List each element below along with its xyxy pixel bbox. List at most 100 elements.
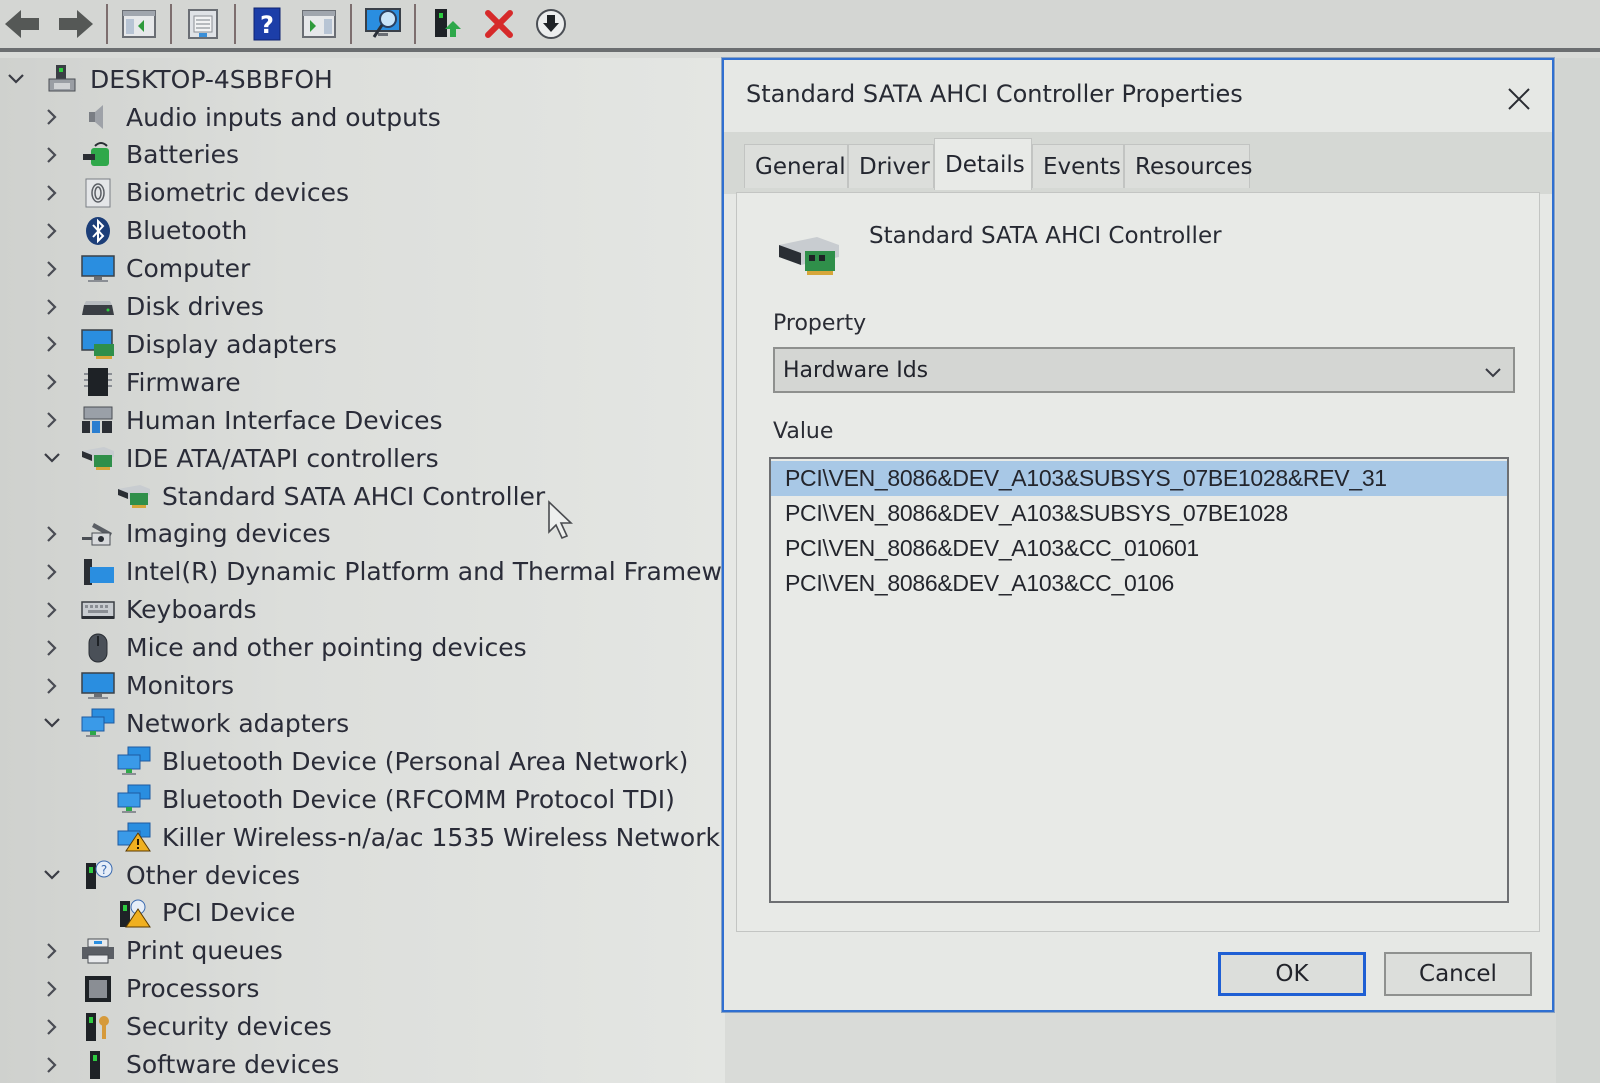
tab-general[interactable]: General [744,144,848,188]
network-icon [116,783,152,815]
console-tree-button[interactable] [116,2,162,46]
toolbar-separator [350,4,352,44]
chevron-right-icon[interactable] [40,332,64,356]
chevron-right-icon[interactable] [40,408,64,432]
tree-category[interactable]: Security devices [40,1008,332,1046]
toolbar: ? [0,0,1600,52]
tree-category[interactable]: Monitors [40,667,234,705]
back-button[interactable] [0,2,46,46]
close-button[interactable] [1504,84,1534,114]
tree-item-label: Monitors [126,671,235,700]
tree-category[interactable]: ? Other devices [40,856,300,894]
keyboard-icon [80,594,116,626]
tree-category[interactable]: Print queues [40,932,283,970]
tree-category[interactable]: Mice and other pointing devices [40,629,527,667]
help-icon: ? [253,7,281,41]
chevron-right-icon[interactable] [40,560,64,584]
tree-item-label: Processors [126,974,260,1004]
tree-category[interactable]: Display adapters [40,325,337,363]
details-panel: Standard SATA AHCI Controller Property H… [736,192,1540,932]
tree-category[interactable]: Human Interface Devices [40,401,443,439]
tree-item-label: Security devices [126,1012,332,1042]
tree-category[interactable]: Computer [40,250,250,288]
tab-driver[interactable]: Driver [848,144,934,188]
value-list-item[interactable]: PCI\VEN_8086&DEV_A103&CC_0106 [771,566,1507,601]
enable-device-button[interactable] [528,2,574,46]
cancel-button[interactable]: Cancel [1384,952,1532,996]
unknown-device-icon: ? [80,859,116,891]
tree-category[interactable]: Network adapters [40,704,349,742]
chevron-right-icon[interactable] [40,598,64,622]
tree-item-label: Biometric devices [126,178,349,208]
tab-events[interactable]: Events [1032,144,1124,188]
chevron-down-icon[interactable] [4,67,28,91]
tree-item-label: Print queues [126,936,283,966]
chevron-right-icon[interactable] [40,295,64,319]
tree-category[interactable]: Audio inputs and outputs [40,98,441,136]
chevron-right-icon[interactable] [40,674,64,698]
chevron-right-icon[interactable] [40,977,64,1001]
chevron-right-icon[interactable] [40,257,64,281]
chevron-right-icon[interactable] [40,370,64,394]
camera-icon [80,518,116,550]
scan-hardware-button[interactable] [360,2,406,46]
tree-category[interactable]: Disk drives [40,288,264,326]
tree-root-label: DESKTOP-4SBBFOH [90,64,333,94]
arrow-right-icon [59,10,93,38]
chevron-down-icon[interactable] [40,446,64,470]
tree-device[interactable]: PCI Device [116,894,295,932]
chevron-right-icon[interactable] [40,522,64,546]
tree-category[interactable]: Batteries [40,136,239,174]
property-select[interactable]: Hardware Ids [773,347,1515,393]
tree-category[interactable]: Software devices [40,1046,339,1083]
computer-tower-icon [44,63,80,95]
action-pane-button[interactable] [296,2,342,46]
chevron-right-icon[interactable] [40,1015,64,1039]
value-list-item[interactable]: PCI\VEN_8086&DEV_A103&CC_010601 [771,531,1507,566]
properties-button[interactable] [180,2,226,46]
chevron-right-icon[interactable] [40,181,64,205]
controller-card-icon [80,442,116,474]
chevron-down-icon[interactable] [40,711,64,735]
forward-button[interactable] [52,2,98,46]
chevron-right-icon[interactable] [40,143,64,167]
tree-category[interactable]: Processors [40,970,259,1008]
software-device-icon [80,1049,116,1081]
tree-item-label: Killer Wireless-n/a/ac 1535 Wireless Net… [162,822,725,852]
tree-category[interactable]: Intel(R) Dynamic Platform and Thermal Fr… [40,553,725,591]
network-icon [116,745,152,777]
toolbar-separator [170,4,172,44]
tree-category[interactable]: Bluetooth [40,212,247,250]
value-list-item[interactable]: PCI\VEN_8086&DEV_A103&SUBSYS_07BE1028&RE… [771,461,1507,496]
chevron-right-icon[interactable] [40,1053,64,1077]
svg-text:?: ? [101,863,107,877]
monitor-icon [80,253,116,285]
tree-category[interactable]: Imaging devices [40,515,331,553]
value-label: Value [773,419,834,444]
help-button[interactable]: ? [244,2,290,46]
tree-category[interactable]: IDE ATA/ATAPI controllers [40,439,439,477]
tree-category[interactable]: Firmware [40,363,241,401]
chevron-right-icon[interactable] [40,636,64,660]
tree-root[interactable]: DESKTOP-4SBBFOH [4,60,333,98]
tree-category[interactable]: Keyboards [40,591,257,629]
tab-details[interactable]: Details [934,138,1032,190]
dialog-title: Standard SATA AHCI Controller Properties [746,80,1243,108]
tree-category[interactable]: Biometric devices [40,174,349,212]
tree-device[interactable]: Killer Wireless-n/a/ac 1535 Wireless Net… [116,818,725,856]
chevron-down-icon[interactable] [40,863,64,887]
ok-button[interactable]: OK [1218,952,1366,996]
hid-icon [80,404,116,436]
chevron-right-icon[interactable] [40,219,64,243]
tree-device[interactable]: Standard SATA AHCI Controller [116,477,545,515]
tab-resources[interactable]: Resources [1124,144,1252,188]
value-listbox[interactable]: PCI\VEN_8086&DEV_A103&SUBSYS_07BE1028&RE… [769,457,1509,903]
chevron-right-icon[interactable] [40,105,64,129]
uninstall-device-button[interactable] [476,2,522,46]
tree-device[interactable]: Bluetooth Device (RFCOMM Protocol TDI) [116,780,675,818]
chevron-right-icon[interactable] [40,939,64,963]
tree-item-label: Standard SATA AHCI Controller [162,481,546,511]
tree-device[interactable]: Bluetooth Device (Personal Area Network) [116,742,688,780]
update-driver-button[interactable] [424,2,470,46]
value-list-item[interactable]: PCI\VEN_8086&DEV_A103&SUBSYS_07BE1028 [771,496,1507,531]
